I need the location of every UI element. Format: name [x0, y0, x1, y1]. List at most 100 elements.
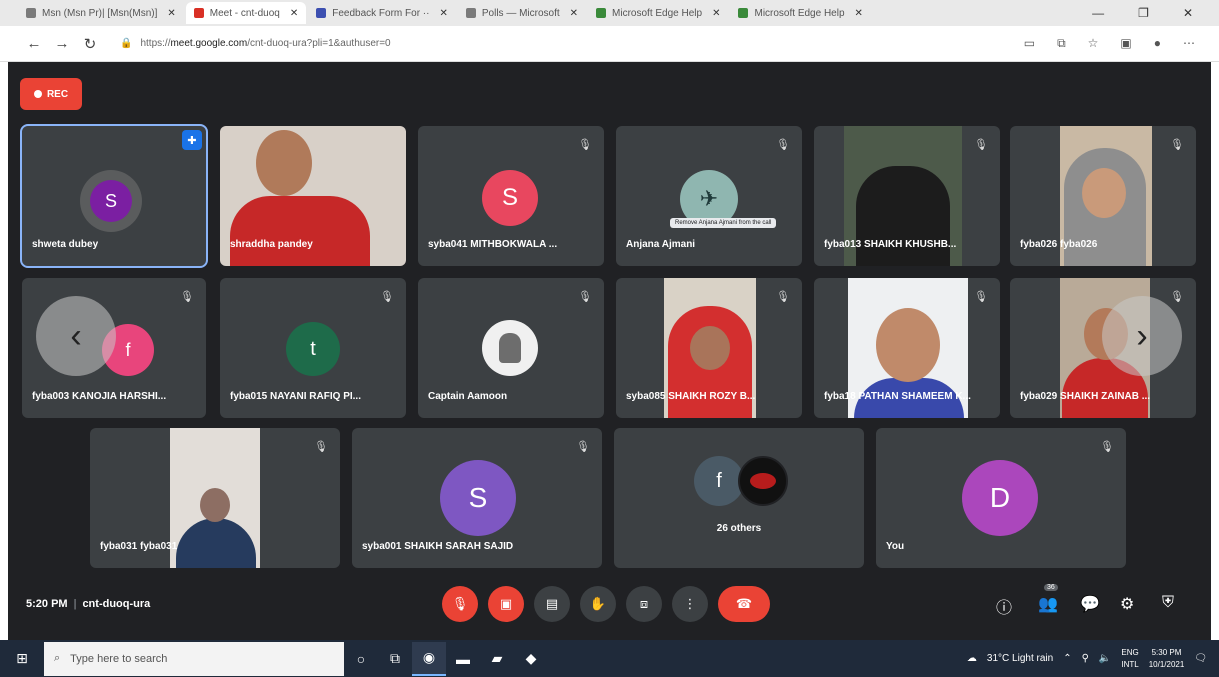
taskbar-clock[interactable]: 5:30 PM 10/1/2021 [1149, 647, 1185, 671]
favorite-star-icon[interactable]: ☆ [1088, 36, 1099, 51]
more-options-button[interactable]: ⋮ [672, 586, 708, 622]
close-tab-icon[interactable]: ✕ [855, 8, 863, 19]
cortana-icon[interactable]: ○ [344, 642, 378, 676]
lock-icon: 🔒 [120, 38, 133, 49]
present-button[interactable]: ⧈ [626, 586, 662, 622]
participant-tile[interactable]: t 🎙 fyba015 NAYANI RAFIQ PI... [220, 278, 406, 418]
edge-browser-icon[interactable]: ◉ [412, 641, 446, 676]
close-tab-icon[interactable]: ✕ [712, 8, 720, 19]
minimize-button[interactable]: — [1092, 6, 1104, 20]
avatar: t [286, 322, 340, 376]
url-prefix: https:// [140, 38, 171, 49]
tray-chevron-icon[interactable]: ⌃ [1063, 653, 1071, 664]
profile-photo [482, 320, 538, 376]
close-tab-icon[interactable]: ✕ [290, 8, 298, 19]
activities-button[interactable]: ⚙ [1120, 594, 1134, 614]
network-icon[interactable]: ⚲ [1082, 653, 1089, 664]
participant-name: fyba015 NAYANI RAFIQ PI... [230, 391, 361, 402]
language-indicator[interactable]: ENG INTL [1121, 647, 1138, 671]
recording-indicator: REC [20, 78, 82, 110]
muted-mic-icon: 🎙 [1170, 139, 1184, 151]
tab-label: Microsoft Edge Help [754, 7, 845, 19]
participant-tile[interactable]: 🎙 fyba013 SHAIKH KHUSHB... [814, 126, 1000, 266]
browser-tab[interactable]: Microsoft Edge Help ✕ [730, 2, 870, 24]
participant-tile[interactable]: 🎙 fyba18 PATHAN SHAMEEM K... [814, 278, 1000, 418]
browser-tab[interactable]: Msn (Msn Pr)| [Msn(Msn)] ✕ [18, 2, 184, 24]
tab-favicon-icon [596, 8, 607, 18]
profile-icon[interactable]: ● [1154, 36, 1161, 51]
muted-mic-icon: 🎙 [974, 291, 988, 303]
muted-mic-icon: 🎙 [1170, 291, 1184, 303]
reading-view-icon[interactable]: ▭ [1024, 36, 1035, 51]
windows-start-icon[interactable]: ⊞ [0, 650, 44, 667]
back-icon[interactable]: ← [20, 35, 48, 52]
avatar-photo [738, 456, 788, 506]
participant-tile[interactable]: 🎙 syba085 SHAIKH ROZY B... [616, 278, 802, 418]
people-icon: 👥 [1038, 596, 1058, 613]
file-explorer-icon[interactable]: ▬ [446, 642, 480, 676]
window-controls: — ❐ ✕ [1092, 6, 1219, 20]
participant-tile[interactable]: 🎙 fyba031 fyba031 [90, 428, 340, 568]
language-code: ENG [1121, 647, 1139, 657]
participant-tile[interactable]: S 🎙 syba041 MITHBOKWALA ... [418, 126, 604, 266]
camera-toggle-button[interactable]: ▣ [488, 586, 524, 622]
meeting-code: cnt-duoq-ura [82, 598, 151, 610]
participant-name: syba085 SHAIKH ROZY B... [626, 391, 756, 402]
others-count-label: 26 others [716, 523, 762, 534]
weather-text[interactable]: 31°C Light rain [987, 653, 1053, 664]
participant-tile[interactable]: ✈ Remove Anjana Ajmani from the call 🎙 A… [616, 126, 802, 266]
notifications-icon[interactable]: 🗨 [1194, 653, 1207, 664]
others-tile[interactable]: f 26 others [614, 428, 864, 568]
next-page-button[interactable]: › [1102, 296, 1182, 376]
participant-name: You [886, 541, 905, 552]
clock-date: 10/1/2021 [1148, 659, 1185, 669]
browser-tab-active[interactable]: Meet - cnt-duoq ✕ [185, 2, 307, 24]
extension-icon[interactable]: ⧉ [1057, 36, 1066, 51]
participant-tile[interactable]: 🎙 Captain Aamoon [418, 278, 604, 418]
task-view-icon[interactable]: ⧉ [378, 642, 412, 676]
pin-icon[interactable]: ✚ [182, 130, 202, 150]
maximize-button[interactable]: ❐ [1138, 6, 1149, 20]
participant-name: fyba026 fyba026 [1020, 239, 1098, 250]
participant-tile[interactable]: S ✚ shweta dubey [20, 124, 208, 268]
more-options-icon[interactable]: ⋯ [1183, 36, 1195, 51]
browser-tab[interactable]: Feedback Form For ·· ✕ [308, 2, 456, 24]
leave-call-button[interactable]: ☎ [718, 586, 770, 622]
refresh-icon[interactable]: ↻ [76, 35, 104, 53]
close-tab-icon[interactable]: ✕ [570, 8, 578, 19]
host-controls-button[interactable]: ⛨ [1162, 594, 1174, 612]
activities-icon: ⚙ [1120, 596, 1135, 613]
app-icon[interactable]: ◆ [514, 642, 548, 676]
captions-button[interactable]: ▤ [534, 586, 570, 622]
close-tab-icon[interactable]: ✕ [439, 8, 447, 19]
self-tile[interactable]: D 🎙 You [876, 428, 1126, 568]
store-icon[interactable]: ▰ [480, 642, 514, 676]
clock-time: 5:30 PM [1151, 647, 1182, 657]
raise-hand-button[interactable]: ✋ [580, 586, 616, 622]
meeting-time: 5:20 PM [26, 598, 68, 610]
participant-name: syba041 MITHBOKWALA ... [428, 239, 558, 250]
end-call-icon: ☎ [735, 596, 753, 611]
browser-tab[interactable]: Microsoft Edge Help ✕ [588, 2, 728, 24]
participant-tile[interactable]: 🎙 fyba026 fyba026 [1010, 126, 1196, 266]
mic-toggle-button[interactable]: 🎙 [442, 586, 478, 622]
tab-label: Feedback Form For ·· [332, 7, 430, 19]
participant-tile[interactable]: shraddha pandey [220, 126, 406, 266]
close-tab-icon[interactable]: ✕ [167, 8, 175, 19]
meeting-info-button[interactable]: ⓘ [996, 594, 1012, 618]
forward-icon[interactable]: → [48, 35, 76, 52]
taskbar-search[interactable]: ⌕ Type here to search [44, 641, 344, 676]
chat-button[interactable]: 💬 [1080, 594, 1100, 614]
close-window-button[interactable]: ✕ [1183, 6, 1193, 20]
avatar: f [694, 456, 744, 506]
muted-mic-icon: 🎙 [776, 139, 790, 151]
participant-name: fyba031 fyba031 [100, 541, 178, 552]
collections-icon[interactable]: ▣ [1120, 36, 1131, 51]
browser-tab[interactable]: Polls — Microsoft ✕ [458, 2, 586, 24]
people-button[interactable]: 👥 36 [1038, 584, 1058, 614]
url-field[interactable]: 🔒 https://meet.google.com/cnt-duoq-ura?p… [120, 38, 391, 49]
volume-icon[interactable]: 🔈 [1099, 653, 1111, 664]
weather-icon[interactable]: ☁ [967, 653, 977, 664]
previous-page-button[interactable]: ‹ [36, 296, 116, 376]
participant-tile[interactable]: S 🎙 syba001 SHAIKH SARAH SAJID [352, 428, 602, 568]
